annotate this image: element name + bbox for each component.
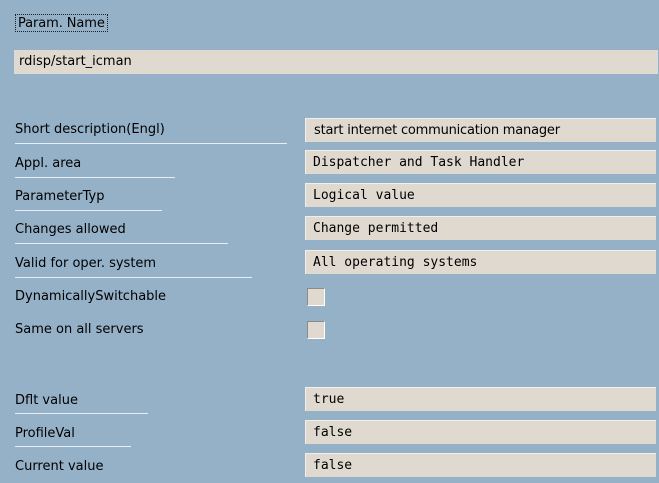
parameter-type-field[interactable]: Logical value: [305, 183, 656, 207]
short-description-label: Short description(Engl): [15, 122, 165, 137]
appl-area-label: Appl. area: [15, 156, 82, 171]
dynamically-switchable-label: DynamicallySwitchable: [15, 289, 167, 304]
appl-area-field[interactable]: Dispatcher and Task Handler: [305, 150, 656, 174]
same-on-all-servers-label: Same on all servers: [15, 322, 144, 337]
changes-allowed-underline: [15, 243, 228, 244]
profile-value-field[interactable]: false: [305, 420, 656, 444]
profile-value-underline: [15, 446, 131, 447]
current-value-field[interactable]: false: [305, 453, 656, 477]
appl-area-underline: [15, 177, 175, 178]
short-description-underline: [15, 143, 287, 144]
parameter-type-label: ParameterTyp: [15, 189, 105, 204]
valid-os-underline: [15, 277, 252, 278]
default-value-field[interactable]: true: [305, 387, 656, 411]
changes-allowed-field[interactable]: Change permitted: [305, 216, 656, 240]
parameter-details-screen: Param. Name rdisp/start_icman Short desc…: [0, 0, 659, 483]
dynamically-switchable-checkbox[interactable]: [307, 288, 325, 306]
profile-value-label: ProfileVal: [15, 426, 75, 441]
valid-os-field[interactable]: All operating systems: [305, 250, 656, 274]
same-on-all-servers-checkbox[interactable]: [307, 321, 325, 339]
current-value-label: Current value: [15, 459, 104, 474]
valid-os-label: Valid for oper. system: [15, 256, 157, 271]
default-value-underline: [15, 413, 148, 414]
changes-allowed-label: Changes allowed: [15, 222, 126, 237]
param-name-label: Param. Name: [15, 14, 108, 32]
short-description-field[interactable]: start internet communication manager: [305, 118, 656, 142]
default-value-label: Dflt value: [15, 393, 78, 408]
parameter-type-underline: [15, 210, 162, 211]
param-name-field[interactable]: rdisp/start_icman: [14, 50, 658, 74]
